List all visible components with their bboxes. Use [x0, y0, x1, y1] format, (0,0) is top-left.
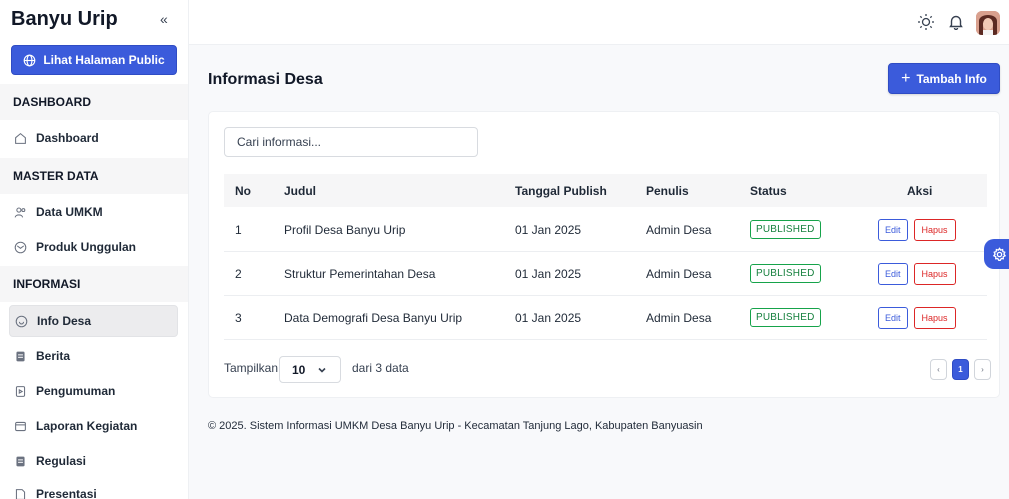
view-public-page-label: Lihat Halaman Public: [43, 53, 165, 67]
sidebar-item-label: Laporan Kegiatan: [36, 419, 138, 433]
news-icon: [16, 351, 25, 361]
cell-aksi: Edit Hapus: [878, 252, 956, 295]
info-table-card: No Judul Tanggal Publish Penulis Status …: [208, 111, 1000, 398]
globe-icon: [23, 54, 36, 66]
topbar: [189, 0, 1009, 45]
status-badge: PUBLISHED: [750, 308, 821, 327]
section-master-data: MASTER DATA: [0, 158, 188, 194]
presentation-icon: [15, 488, 26, 499]
header-judul: Judul: [284, 183, 316, 198]
sidebar-item-laporan-kegiatan[interactable]: Laporan Kegiatan: [9, 410, 178, 442]
total-label: dari 3 data: [352, 361, 409, 375]
page-1-button[interactable]: 1: [952, 359, 969, 380]
sidebar-item-label: Presentasi: [36, 487, 97, 499]
package-icon: [14, 241, 27, 253]
sidebar-item-produk-unggulan[interactable]: Produk Unggulan: [9, 231, 178, 263]
cell-penulis: Admin Desa: [646, 222, 712, 237]
cell-penulis: Admin Desa: [646, 266, 712, 281]
section-informasi: INFORMASI: [0, 266, 188, 302]
cell-no: 2: [235, 266, 242, 281]
sun-icon[interactable]: [916, 12, 936, 32]
brand-title: Banyu Urip: [11, 8, 118, 30]
sidebar-item-data-umkm[interactable]: Data UMKM: [9, 196, 178, 228]
users-icon: [14, 207, 26, 218]
gear-icon: [992, 246, 1007, 261]
chevron-down-icon: [318, 367, 326, 373]
add-info-button[interactable]: + Tambah Info: [888, 63, 1000, 94]
info-circle-icon: [15, 315, 28, 327]
header-status: Status: [750, 183, 787, 198]
cell-status: PUBLISHED: [750, 252, 821, 295]
header-no: No: [235, 183, 251, 198]
cell-status: PUBLISHED: [750, 296, 821, 339]
settings-gear-button[interactable]: [984, 239, 1009, 269]
cell-status: PUBLISHED: [750, 208, 821, 251]
report-icon: [15, 421, 26, 431]
header-tanggal: Tanggal Publish: [515, 183, 607, 198]
sidebar-item-label: Pengumuman: [36, 384, 116, 398]
table-row: 3 Data Demografi Desa Banyu Urip 01 Jan …: [224, 296, 987, 340]
sidebar-item-label: Info Desa: [37, 314, 92, 328]
sidebar-item-dashboard[interactable]: Dashboard: [9, 122, 178, 154]
delete-button[interactable]: Hapus: [913, 218, 956, 241]
sidebar-item-label: Regulasi: [36, 454, 87, 468]
cell-tanggal: 01 Jan 2025: [515, 266, 582, 281]
edit-button[interactable]: Edit: [878, 218, 908, 241]
cell-tanggal: 01 Jan 2025: [515, 310, 582, 325]
sidebar-item-berita[interactable]: Berita: [9, 340, 178, 372]
header-penulis: Penulis: [646, 183, 689, 198]
sidebar-item-regulasi[interactable]: Regulasi: [9, 445, 178, 477]
collapse-sidebar-icon[interactable]: «: [160, 11, 168, 27]
table-row: 2 Struktur Pemerintahan Desa 01 Jan 2025…: [224, 252, 987, 296]
home-icon: [15, 132, 26, 144]
section-dashboard: DASHBOARD: [0, 84, 188, 120]
sidebar-item-info-desa[interactable]: Info Desa: [9, 305, 178, 337]
bell-icon[interactable]: [946, 12, 966, 32]
next-page-button[interactable]: ›: [974, 359, 991, 380]
view-public-page-button[interactable]: Lihat Halaman Public: [11, 45, 177, 75]
cell-judul: Struktur Pemerintahan Desa: [284, 266, 436, 281]
sidebar-item-pengumuman[interactable]: Pengumuman: [9, 375, 178, 407]
cell-no: 1: [235, 222, 242, 237]
prev-page-button[interactable]: ‹: [930, 359, 947, 380]
page-size-select[interactable]: 10: [279, 356, 341, 383]
status-badge: PUBLISHED: [750, 264, 821, 283]
add-info-label: Tambah Info: [916, 71, 987, 86]
cell-tanggal: 01 Jan 2025: [515, 222, 582, 237]
footer-copyright: © 2025. Sistem Informasi UMKM Desa Banyu…: [208, 420, 703, 432]
sidebar-item-label: Produk Unggulan: [36, 240, 136, 254]
page-size-value: 10: [292, 362, 306, 377]
edit-button[interactable]: Edit: [878, 306, 908, 329]
cell-judul: Data Demografi Desa Banyu Urip: [284, 310, 463, 325]
sidebar-item-label: Berita: [36, 349, 71, 363]
regulation-icon: [16, 456, 25, 466]
cell-judul: Profil Desa Banyu Urip: [284, 222, 406, 237]
status-badge: PUBLISHED: [750, 220, 821, 239]
sidebar-item-label: Data UMKM: [36, 205, 103, 219]
user-avatar[interactable]: [976, 11, 1000, 35]
cell-aksi: Edit Hapus: [878, 208, 956, 251]
announcement-icon: [15, 385, 26, 397]
pagination-bar: Tampilkan 10 dari 3 data ‹ 1 ›: [224, 356, 991, 383]
page-title: Informasi Desa: [208, 71, 323, 88]
sidebar: Banyu Urip « Lihat Halaman Public DASHBO…: [0, 0, 189, 499]
table-row: 1 Profil Desa Banyu Urip 01 Jan 2025 Adm…: [224, 208, 987, 252]
delete-button[interactable]: Hapus: [913, 306, 956, 329]
sidebar-item-presentasi[interactable]: Presentasi: [9, 478, 178, 499]
search-input[interactable]: [224, 127, 478, 157]
table-header: No Judul Tanggal Publish Penulis Status …: [224, 174, 987, 207]
cell-aksi: Edit Hapus: [878, 296, 956, 339]
cell-no: 3: [235, 310, 242, 325]
delete-button[interactable]: Hapus: [913, 262, 956, 285]
header-aksi: Aksi: [907, 183, 933, 198]
sidebar-item-label: Dashboard: [36, 131, 99, 145]
show-label: Tampilkan: [224, 361, 279, 375]
edit-button[interactable]: Edit: [878, 262, 908, 285]
plus-icon: +: [901, 69, 911, 87]
cell-penulis: Admin Desa: [646, 310, 712, 325]
